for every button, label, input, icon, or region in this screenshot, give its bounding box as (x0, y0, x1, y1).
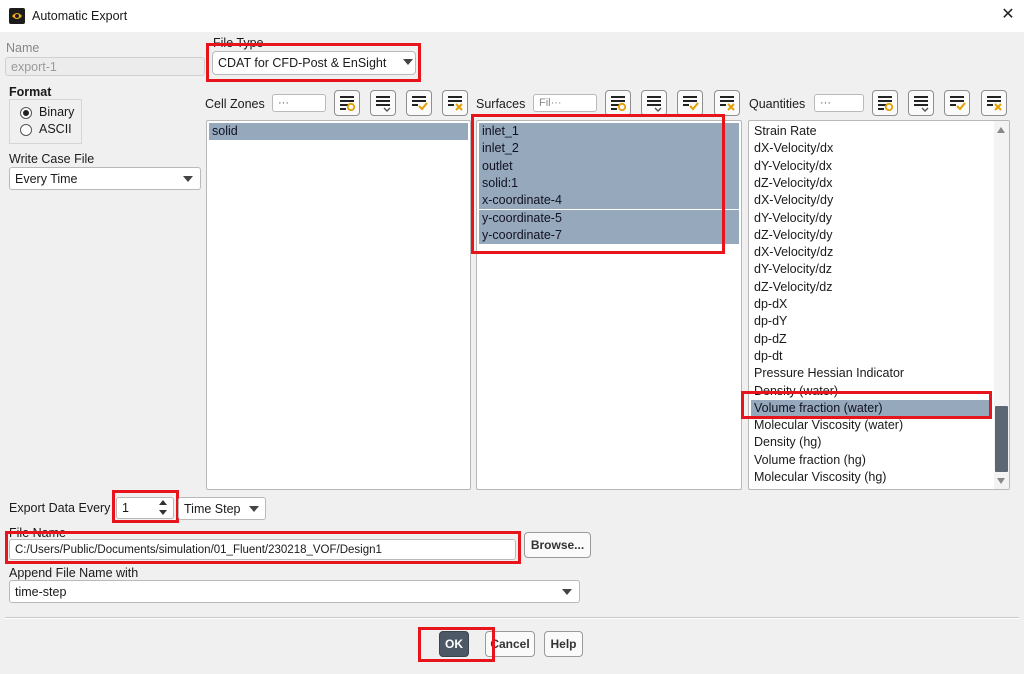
quantities-select-all-icon[interactable] (944, 90, 970, 116)
list-item[interactable]: Volume fraction (hg) (751, 452, 992, 469)
list-item[interactable]: dX-Velocity/dx (751, 140, 992, 157)
list-item[interactable]: y-coordinate-7 (479, 226, 739, 245)
list-item[interactable]: dp-dY (751, 313, 992, 330)
surfaces-filter[interactable]: Fil··· (533, 94, 597, 112)
cancel-button[interactable]: Cancel (485, 631, 535, 657)
list-item[interactable]: dZ-Velocity/dz (751, 279, 992, 296)
export-unit-value: Time Step (184, 501, 241, 516)
cell-zones-label: Cell Zones (205, 97, 265, 111)
title-bar (0, 0, 1024, 32)
window-title: Automatic Export (32, 9, 128, 23)
name-field: export-1 (5, 57, 205, 76)
export-every-label: Export Data Every (9, 501, 111, 515)
list-item[interactable]: dp-dZ (751, 331, 992, 348)
separator-highlight (5, 618, 1019, 619)
list-item[interactable]: Molecular Viscosity (hg) (751, 469, 992, 486)
surfaces-deselect-all-icon[interactable] (714, 90, 740, 116)
quantities-select-menu-icon[interactable] (908, 90, 934, 116)
append-label: Append File Name with (9, 566, 139, 580)
cell-zones-list[interactable]: solid (206, 120, 471, 490)
list-item[interactable]: Density (water) (751, 383, 992, 400)
append-select[interactable]: time-step (9, 580, 580, 603)
write-case-select[interactable]: Every Time (9, 167, 201, 190)
file-type-value: CDAT for CFD-Post & EnSight (218, 56, 387, 70)
quantities-deselect-all-icon[interactable] (981, 90, 1007, 116)
spin-down-icon[interactable] (159, 510, 167, 515)
list-item[interactable]: dY-Velocity/dy (751, 210, 992, 227)
list-item[interactable]: dX-Velocity/dy (751, 192, 992, 209)
close-icon[interactable]: ✕ (996, 3, 1020, 27)
quantities-filter-icon[interactable] (872, 90, 898, 116)
list-item[interactable]: dp-dX (751, 296, 992, 313)
list-item[interactable]: dY-Velocity/dz (751, 261, 992, 278)
list-item[interactable]: dZ-Velocity/dy (751, 227, 992, 244)
format-label: Format (9, 85, 52, 99)
list-item[interactable]: dX-Velocity/dz (751, 244, 992, 261)
surfaces-select-menu-icon[interactable] (641, 90, 667, 116)
list-item[interactable]: outlet (479, 157, 739, 175)
chevron-down-icon (403, 59, 413, 65)
list-item[interactable]: Strain Rate (751, 123, 992, 140)
name-label: Name (6, 41, 40, 55)
list-item[interactable]: inlet_2 (479, 140, 739, 158)
file-name-label: File Name (9, 526, 66, 540)
chevron-down-icon (249, 506, 259, 512)
list-item[interactable]: solid (209, 123, 468, 141)
surfaces-filter-icon[interactable] (605, 90, 631, 116)
spin-up-icon[interactable] (159, 500, 167, 505)
chevron-down-icon (562, 589, 572, 595)
scrollbar-thumb[interactable] (995, 406, 1008, 472)
quantities-filter[interactable]: ··· (814, 94, 864, 112)
list-item[interactable]: inlet_1 (479, 123, 739, 141)
append-value: time-step (15, 584, 67, 599)
surfaces-label: Surfaces (476, 97, 526, 111)
list-item[interactable]: dY-Velocity/dx (751, 158, 992, 175)
list-item[interactable]: dp-dt (751, 348, 992, 365)
scroll-up-icon[interactable] (997, 127, 1005, 133)
chevron-down-icon (183, 176, 193, 182)
list-item[interactable]: x-coordinate-4 (479, 192, 739, 210)
file-type-label: File Type (213, 36, 264, 50)
list-item[interactable]: Volume fraction (water) (751, 399, 992, 418)
browse-button[interactable]: Browse... (524, 532, 591, 558)
cell-zones-select-all-icon[interactable] (406, 90, 432, 116)
file-name-value: C:/Users/Public/Documents/simulation/01_… (15, 543, 382, 556)
list-item[interactable]: Density (hg) (751, 434, 992, 451)
cell-zones-filter[interactable]: ··· (272, 94, 326, 112)
quantities-scrollbar[interactable] (994, 121, 1009, 489)
list-item[interactable]: solid:1 (479, 174, 739, 193)
app-icon (9, 8, 25, 24)
surfaces-list[interactable]: inlet_1 inlet_2 outlet solid:1 x-coordinate-… (476, 120, 742, 490)
help-button[interactable]: Help (544, 631, 583, 657)
list-item[interactable]: Pressure Hessian Indicator (751, 365, 992, 382)
list-item[interactable]: dZ-Velocity/dx (751, 175, 992, 192)
cell-zones-deselect-all-icon[interactable] (442, 90, 468, 116)
ok-button[interactable]: OK (439, 631, 469, 657)
cell-zones-select-menu-icon[interactable] (370, 90, 396, 116)
list-item[interactable]: y-coordinate-5 (479, 209, 739, 227)
file-type-select[interactable]: CDAT for CFD-Post & EnSight (212, 51, 416, 75)
scroll-down-icon[interactable] (997, 478, 1005, 484)
quantities-label: Quantities (749, 97, 806, 111)
cell-zones-filter-icon[interactable] (334, 90, 360, 116)
write-case-value: Every Time (15, 171, 78, 186)
surfaces-select-all-icon[interactable] (677, 90, 703, 116)
file-name-input[interactable]: C:/Users/Public/Documents/simulation/01_… (9, 539, 516, 560)
write-case-label: Write Case File (9, 152, 95, 166)
export-every-value: 1 (122, 501, 129, 515)
quantities-list[interactable]: Strain Rate dX-Velocity/dx dY-Velocity/dx d… (748, 120, 1010, 490)
format-group (9, 99, 82, 144)
list-item[interactable]: Molecular Viscosity (water) (751, 417, 992, 434)
